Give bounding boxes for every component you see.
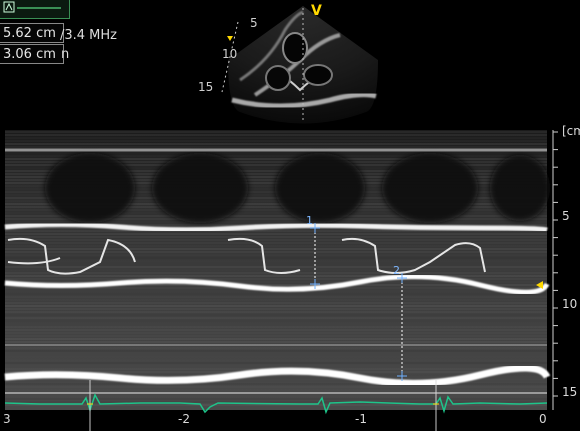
depth-label-15: 15 [562,385,577,399]
sector-2d-view[interactable] [222,6,378,124]
mode-marker: V [311,3,322,19]
depth-label-5: 5 [562,209,570,223]
focus-marker-icon [227,36,233,41]
image-canvas [0,0,580,431]
ultrasound-screen: 1 5.62 cm 2 3.06 cm /3.4 MHz n [0,0,580,431]
sector-depth-10: 10 [222,47,237,61]
mmode-trace[interactable] [5,130,550,410]
sector-depth-15: 15 [198,80,213,94]
time-label-0: 0 [539,412,547,426]
sector-depth-5: 5 [250,16,258,30]
time-label-minus-2: -2 [178,412,190,426]
caliper-2-label: 2 [393,264,400,277]
time-label-minus-1: -1 [355,412,367,426]
caliper-1-label: 1 [306,214,313,227]
depth-label-10: 10 [562,297,577,311]
time-label-3: 3 [3,412,11,426]
depth-unit-label: [cm [562,124,580,138]
